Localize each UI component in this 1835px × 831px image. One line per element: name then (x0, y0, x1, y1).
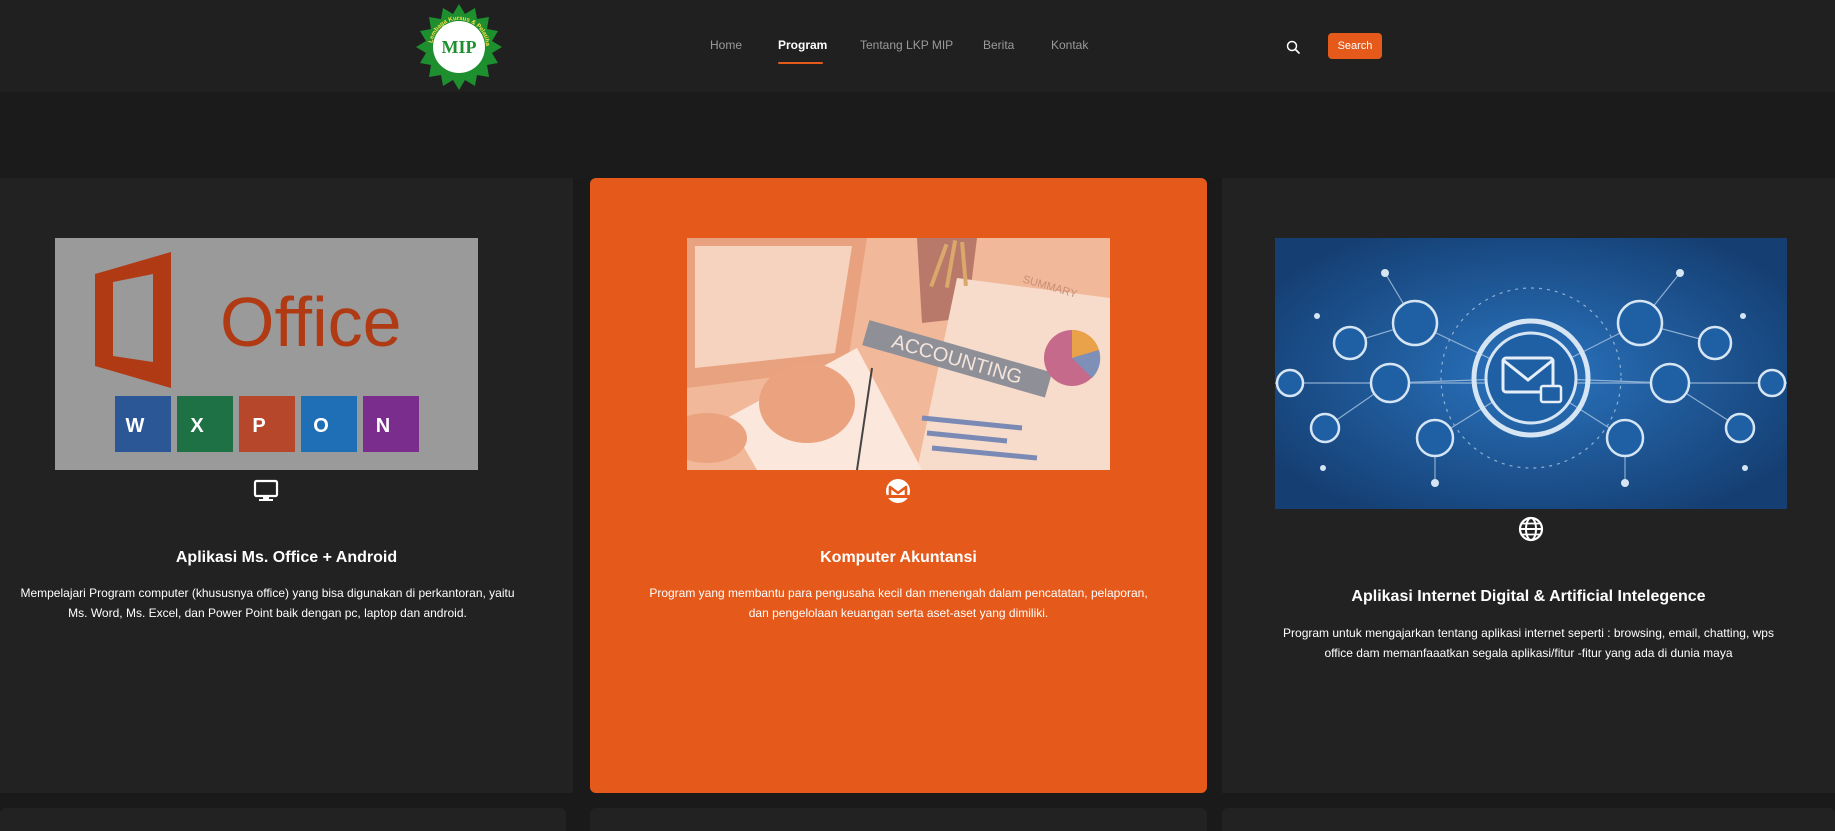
program-title-internet: Aplikasi Internet Digital & Artificial I… (1351, 588, 1706, 605)
program-card-next-1[interactable] (0, 808, 566, 831)
search-icon[interactable] (1285, 39, 1301, 55)
main-nav: Home Program Tentang LKP MIP Berita Kont… (0, 38, 1835, 68)
nav-home[interactable]: Home (710, 38, 742, 52)
nav-tentang[interactable]: Tentang LKP MIP (860, 38, 953, 52)
accounting-image: ACCOUNTING SUMMARY (687, 238, 1110, 470)
office-wordmark: Office (220, 283, 402, 361)
globe-icon (1518, 516, 1544, 542)
monero-icon (886, 479, 910, 503)
office-image: Office W X P O N (55, 238, 478, 470)
program-card-office[interactable]: Office W X P O N Aplikasi Ms. Office + A… (0, 178, 573, 793)
internet-image (1275, 238, 1787, 509)
program-card-next-3[interactable] (1222, 808, 1835, 831)
search-button[interactable]: Search (1328, 33, 1382, 59)
program-desc-internet: Program untuk mengajarkan tentang aplika… (1283, 626, 1774, 660)
word-letter: W (126, 415, 145, 437)
nav-berita[interactable]: Berita (983, 38, 1014, 52)
program-card-internet[interactable]: Aplikasi Internet Digital & Artificial I… (1222, 178, 1835, 793)
program-desc-accounting: Program yang membantu para pengusaha kec… (649, 586, 1148, 620)
program-title-office: Aplikasi Ms. Office + Android (175, 549, 398, 566)
powerpoint-letter: P (252, 415, 265, 437)
excel-letter: X (190, 415, 204, 437)
site-header: Lembaga Kursus & Pelatihan MIP Home Prog… (0, 0, 1835, 92)
program-desc-office: Mempelajari Program computer (khususnya … (20, 586, 515, 620)
hero-band (0, 92, 1835, 178)
active-nav-indicator (778, 62, 823, 64)
nav-kontak[interactable]: Kontak (1051, 38, 1088, 52)
program-card-accounting[interactable]: ACCOUNTING SUMMARY Komputer Akuntansi Pr… (590, 178, 1207, 793)
nav-program[interactable]: Program (778, 38, 827, 52)
onenote-letter: N (376, 415, 390, 437)
monitor-icon (253, 479, 279, 501)
program-title-accounting: Komputer Akuntansi (820, 549, 977, 566)
outlook-letter: O (313, 415, 329, 437)
program-card-next-2[interactable] (590, 808, 1207, 831)
